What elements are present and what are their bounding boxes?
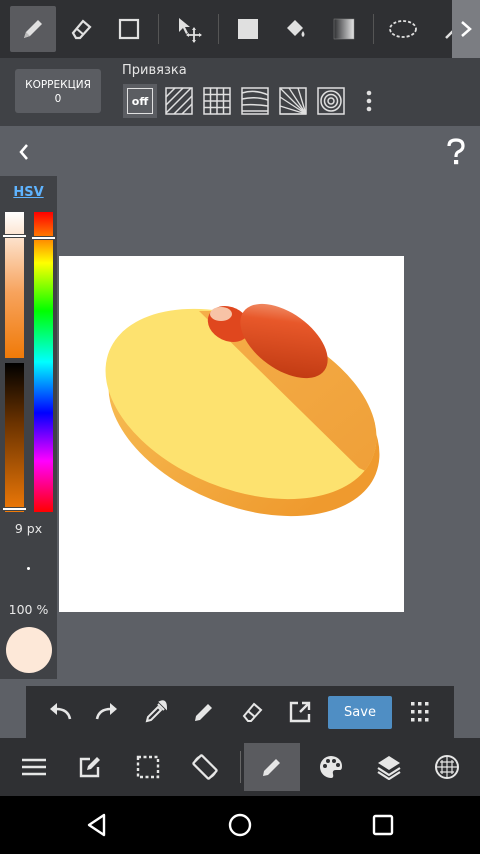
hue-slider[interactable] bbox=[34, 212, 53, 512]
home-nav-icon[interactable] bbox=[223, 808, 257, 842]
correction-button[interactable]: КОРРЕКЦИЯ 0 bbox=[15, 69, 101, 113]
snap-radial-icon[interactable] bbox=[276, 84, 310, 118]
bucket-fill-tool-icon[interactable] bbox=[273, 6, 319, 52]
more-options-icon[interactable] bbox=[352, 84, 386, 118]
redo-icon[interactable] bbox=[91, 696, 123, 728]
navigator-icon[interactable] bbox=[427, 747, 467, 787]
brightness-slider-handle[interactable] bbox=[2, 507, 27, 511]
eraser-icon[interactable] bbox=[236, 696, 268, 728]
hue-slider-handle[interactable] bbox=[31, 236, 56, 240]
palette-icon[interactable] bbox=[311, 747, 351, 787]
grid-menu-icon[interactable] bbox=[404, 696, 436, 728]
drawing-canvas[interactable] bbox=[59, 256, 405, 612]
snap-perspective-icon[interactable] bbox=[238, 84, 272, 118]
selection-icon[interactable] bbox=[128, 747, 168, 787]
artwork bbox=[105, 303, 405, 517]
pen-icon[interactable] bbox=[188, 696, 220, 728]
rectangle-tool-icon[interactable] bbox=[106, 6, 152, 52]
opacity-label[interactable]: 100 % bbox=[0, 602, 57, 617]
move-select-tool-icon[interactable] bbox=[166, 6, 212, 52]
rotate-canvas-icon[interactable] bbox=[185, 747, 225, 787]
snap-parallel-icon[interactable] bbox=[162, 84, 196, 118]
help-icon[interactable] bbox=[440, 136, 472, 168]
edit-canvas-icon[interactable] bbox=[70, 747, 110, 787]
snap-concentric-icon[interactable] bbox=[314, 84, 348, 118]
eraser-tool-icon[interactable] bbox=[58, 6, 104, 52]
brush-size-label[interactable]: 9 px bbox=[0, 521, 57, 536]
layers-icon[interactable] bbox=[369, 747, 409, 787]
saturation-slider-handle[interactable] bbox=[2, 234, 27, 238]
lasso-selection-tool-icon[interactable] bbox=[380, 6, 426, 52]
expand-toolbar-chevron-icon[interactable] bbox=[452, 0, 480, 58]
snap-grid-icon[interactable] bbox=[200, 84, 234, 118]
back-nav-icon[interactable] bbox=[80, 808, 114, 842]
recent-apps-nav-icon[interactable] bbox=[366, 808, 400, 842]
brightness-slider[interactable] bbox=[5, 363, 24, 512]
snap-off-button[interactable]: off bbox=[123, 84, 157, 118]
brush-size-preview bbox=[27, 567, 30, 570]
current-color-swatch[interactable] bbox=[6, 627, 52, 673]
gradient-tool-icon[interactable] bbox=[321, 6, 367, 52]
fill-rectangle-tool-icon[interactable] bbox=[225, 6, 271, 52]
hsv-mode-link[interactable]: HSV bbox=[0, 185, 57, 200]
snap-label: Привязка bbox=[122, 63, 187, 78]
collapse-panel-chevron-icon[interactable] bbox=[10, 138, 38, 166]
export-icon[interactable] bbox=[284, 696, 316, 728]
brush-menu-icon[interactable] bbox=[244, 743, 300, 791]
correction-value: 0 bbox=[54, 93, 62, 105]
pen-tool-icon[interactable] bbox=[10, 6, 56, 52]
snap-off-label: off bbox=[127, 88, 153, 114]
save-button[interactable]: Save bbox=[328, 696, 392, 729]
correction-label: КОРРЕКЦИЯ bbox=[25, 79, 91, 91]
top-toolbar bbox=[0, 0, 480, 58]
hamburger-menu-icon[interactable] bbox=[14, 747, 54, 787]
eyedropper-icon[interactable] bbox=[140, 696, 172, 728]
undo-icon[interactable] bbox=[44, 696, 76, 728]
